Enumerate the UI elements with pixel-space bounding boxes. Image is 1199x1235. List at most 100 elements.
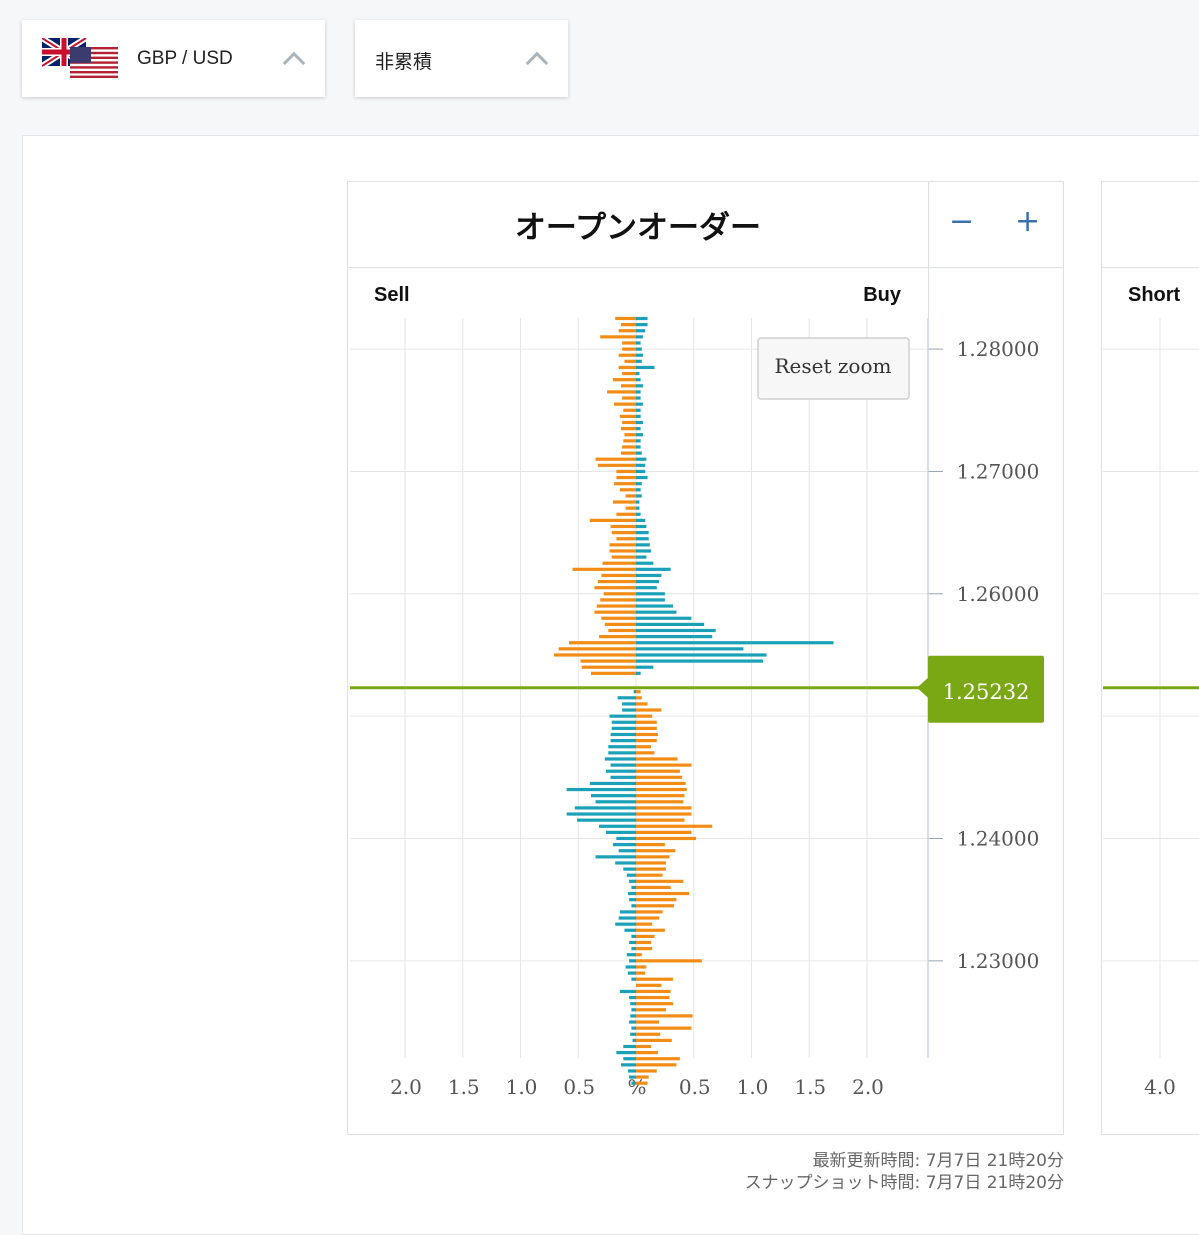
- order-bar: [622, 347, 636, 351]
- order-bar: [636, 665, 654, 669]
- order-bar: [636, 934, 655, 938]
- order-bar: [636, 671, 641, 675]
- order-bar: [612, 500, 636, 504]
- order-bar: [636, 592, 665, 596]
- order-bar: [601, 573, 636, 578]
- order-bar: [636, 567, 671, 571]
- order-bar: [611, 555, 636, 559]
- order-bar: [636, 849, 676, 853]
- order-bar: [594, 610, 636, 614]
- order-bar: [636, 720, 657, 724]
- order-bar: [616, 537, 636, 541]
- y-tick-label: 1.23000: [957, 949, 1040, 973]
- order-bar: [595, 855, 636, 859]
- order-bar: [636, 610, 677, 614]
- order-bar: [631, 885, 636, 890]
- open-order-chart[interactable]: 1.28000 1.27000 1.26000 1.24000 1.23000 2.0 1.…: [0, 0, 1199, 1199]
- order-bar: [636, 628, 716, 633]
- order-bar: [619, 989, 636, 994]
- order-bar: [636, 433, 643, 437]
- order-bar: [615, 316, 636, 321]
- order-bar: [636, 641, 834, 645]
- order-bar: [636, 390, 641, 394]
- order-bar: [636, 757, 678, 761]
- order-bar: [636, 787, 687, 792]
- order-bar: [636, 1008, 667, 1012]
- order-bar: [636, 598, 665, 602]
- order-bar: [636, 1014, 693, 1018]
- order-bar: [590, 794, 636, 798]
- order-bar: [636, 463, 646, 467]
- order-bar: [566, 787, 636, 792]
- order-bar: [629, 1020, 636, 1024]
- order-bar: [636, 365, 655, 370]
- order-bar: [626, 873, 636, 877]
- order-bar: [636, 879, 684, 883]
- order-bar: [636, 371, 640, 376]
- order-bar: [636, 940, 652, 945]
- order-bar: [636, 696, 642, 700]
- order-bar: [636, 561, 654, 565]
- order-bar: [636, 586, 657, 590]
- order-bar: [624, 433, 636, 437]
- order-bar: [636, 885, 671, 890]
- order-bar: [636, 824, 713, 828]
- order-bar: [636, 1069, 657, 1073]
- order-bar: [636, 524, 647, 529]
- order-bar: [636, 1026, 692, 1030]
- order-bar: [624, 928, 636, 932]
- order-bar: [636, 873, 663, 877]
- order-bar: [604, 622, 636, 626]
- order-bar: [636, 983, 662, 987]
- order-bar: [636, 323, 648, 327]
- order-bar: [599, 635, 636, 639]
- order-bar: [636, 555, 647, 559]
- order-bar: [612, 378, 636, 382]
- order-bar: [611, 531, 636, 535]
- order-bar: [622, 341, 636, 345]
- order-bar: [636, 488, 641, 492]
- order-bar: [631, 1026, 636, 1030]
- order-bar: [600, 598, 636, 602]
- order-bar: [627, 891, 636, 896]
- order-bar: [627, 971, 636, 975]
- order-bar: [636, 959, 702, 963]
- order-bar: [636, 1051, 658, 1055]
- order-bar: [636, 1081, 648, 1085]
- order-bar: [622, 445, 636, 449]
- order-bar: [610, 524, 636, 529]
- order-bar: [594, 586, 636, 590]
- order-bar: [572, 567, 636, 571]
- order-bar: [610, 775, 636, 779]
- order-bar: [603, 592, 636, 596]
- order-bar: [636, 445, 641, 449]
- x-tick-label: 0.5: [563, 1075, 595, 1099]
- order-bar: [625, 494, 636, 498]
- order-bar: [636, 690, 641, 694]
- order-bar: [620, 323, 636, 327]
- order-bar: [619, 910, 636, 914]
- order-bar: [590, 671, 636, 675]
- order-bar: [636, 898, 677, 902]
- order-bar: [636, 751, 655, 755]
- order-bar: [636, 402, 643, 406]
- order-bar: [636, 1063, 677, 1067]
- order-bar: [629, 1075, 636, 1079]
- order-bar: [604, 757, 636, 761]
- order-bar: [616, 512, 636, 516]
- order-bar: [636, 427, 641, 431]
- order-bar: [636, 604, 673, 608]
- order-bar: [626, 953, 636, 957]
- order-bar: [616, 1051, 636, 1055]
- order-bar: [636, 573, 662, 578]
- order-bar: [636, 439, 641, 443]
- y-tick-label: 1.27000: [957, 459, 1040, 483]
- order-bar: [589, 518, 636, 522]
- x-tick-label: 4.0: [1144, 1075, 1176, 1099]
- order-bar: [636, 739, 657, 743]
- order-bar: [631, 947, 636, 951]
- snapshot-time: スナップショット時間: 7月7日 21時20分: [744, 1173, 1064, 1193]
- order-bar: [622, 371, 636, 376]
- order-bar: [636, 745, 652, 749]
- order-bar: [636, 989, 671, 994]
